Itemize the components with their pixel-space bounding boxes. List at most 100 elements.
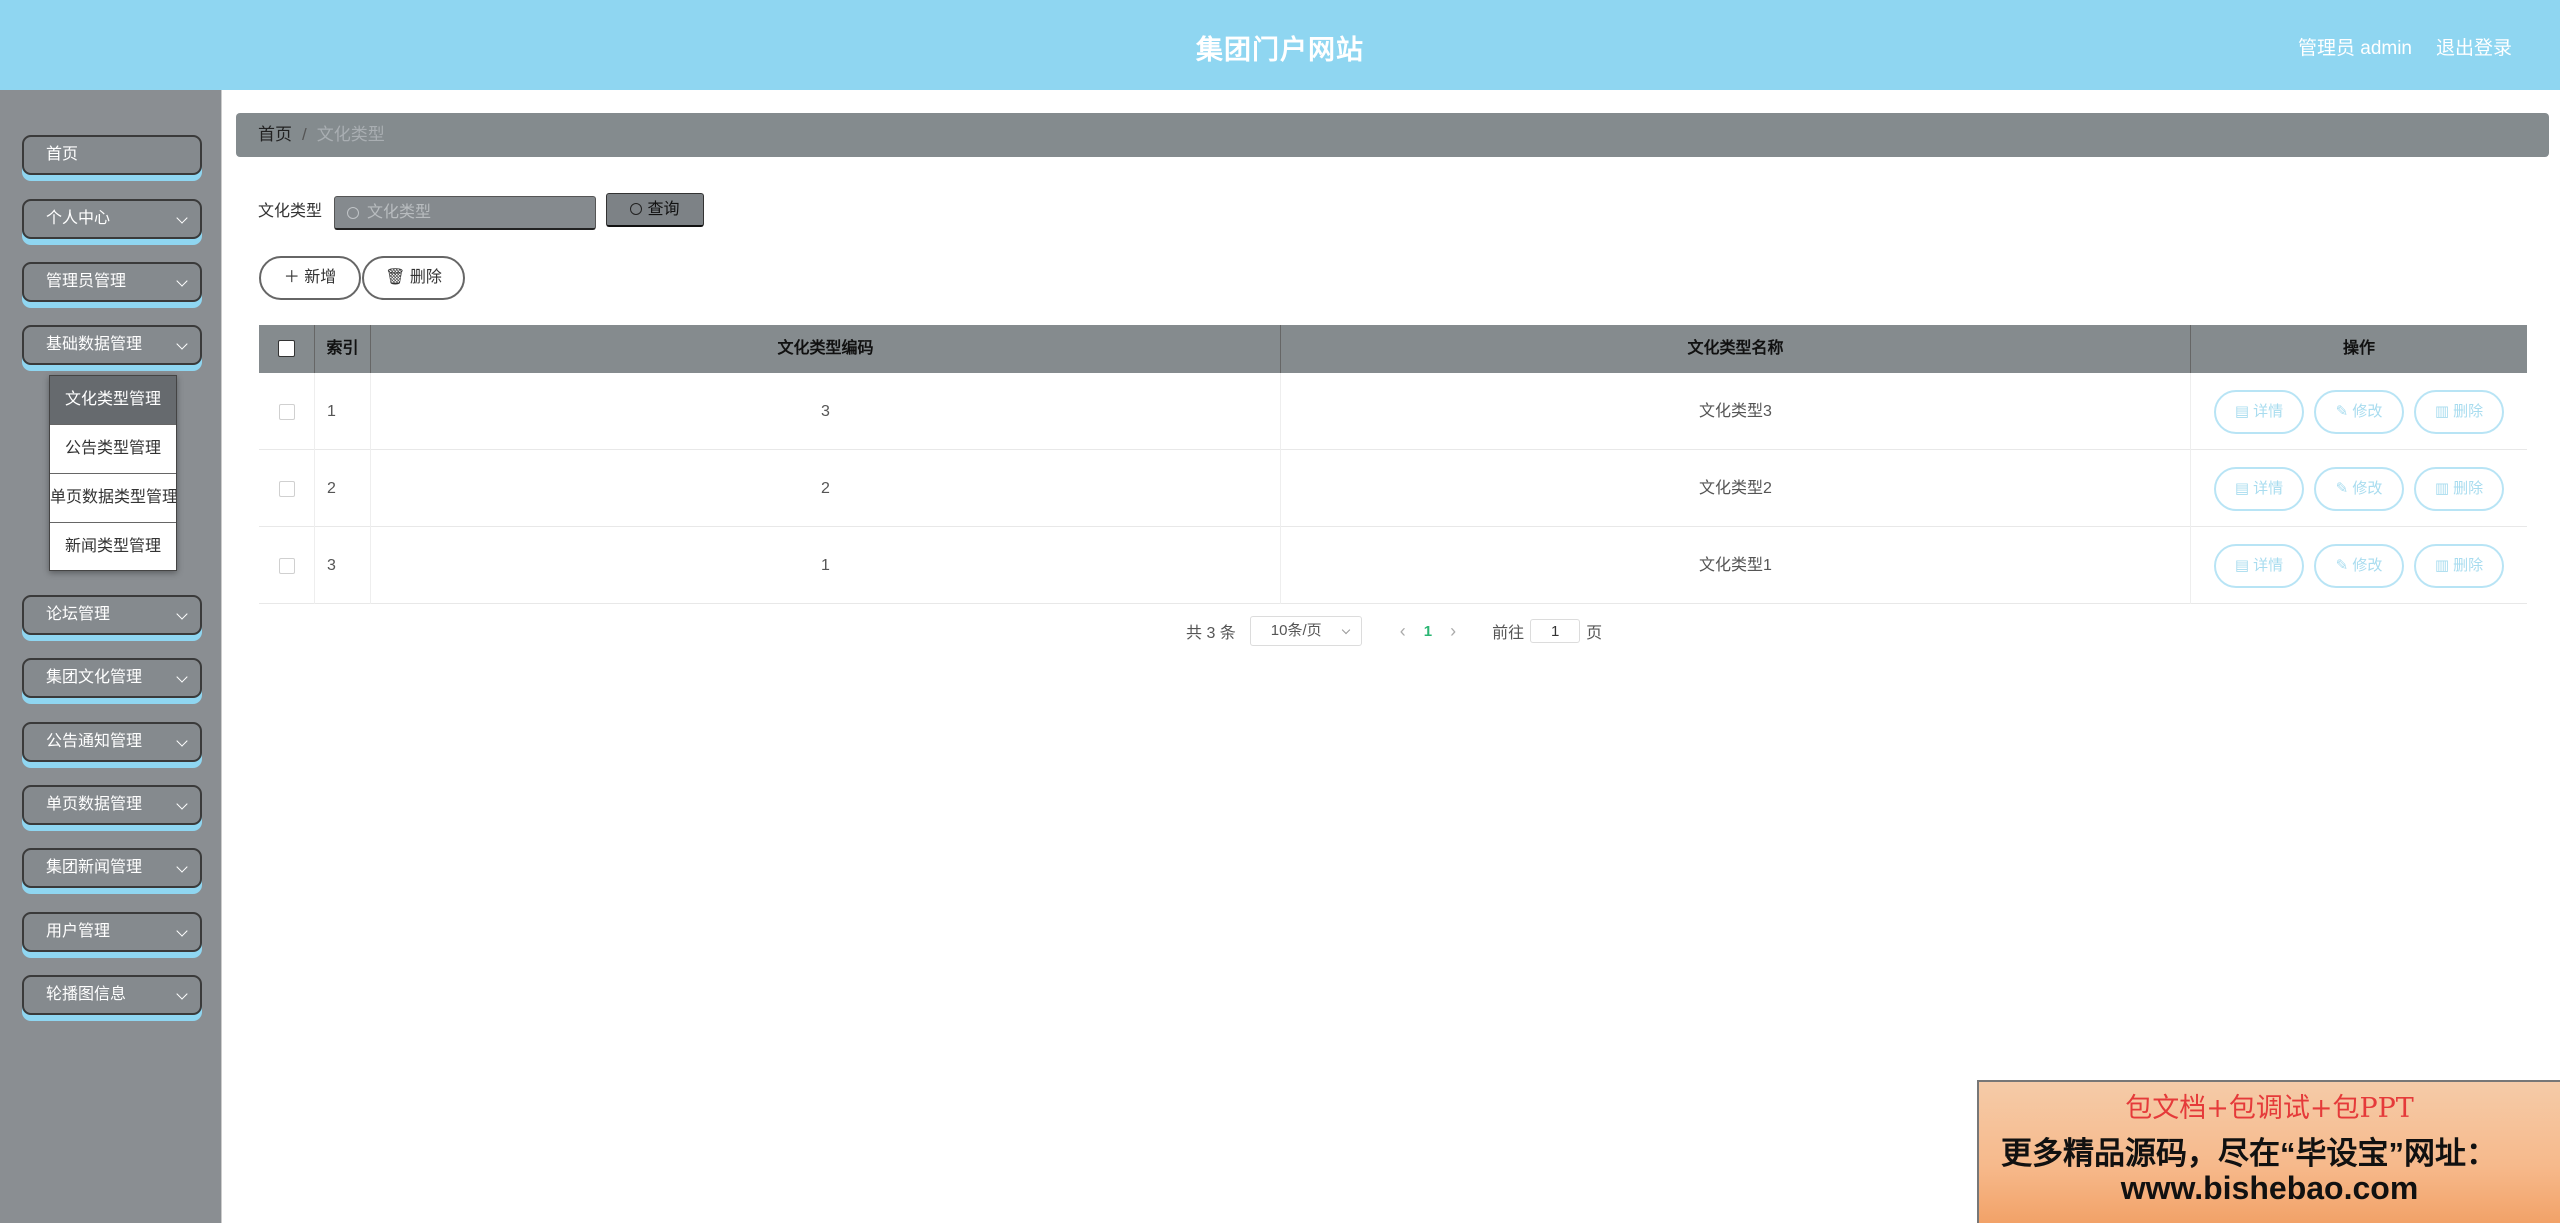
current-user-label: 管理员 admin — [2297, 38, 2412, 59]
edit-button[interactable]: ✎ 修改 — [2314, 389, 2404, 434]
sidebar-item-admin-management[interactable]: 管理员管理 — [22, 262, 202, 302]
detail-label: 详情 — [2253, 479, 2284, 497]
trash-icon: 🗑 — [385, 269, 410, 286]
detail-button[interactable]: ▤ 详情 — [2214, 466, 2304, 511]
edit-button[interactable]: ✎ 修改 — [2314, 543, 2404, 588]
sidebar-item-news-management[interactable]: 集团新闻管理 — [22, 848, 202, 888]
sidebar: 首页 个人中心 管理员管理 基础数据管理 文化类型管理 公告类型管理 单页数据类… — [0, 90, 221, 1223]
cell-index: 3 — [315, 527, 371, 604]
add-button[interactable]: ＋ 新增 — [259, 256, 361, 300]
sidebar-item-carousel-info[interactable]: 轮播图信息 — [22, 975, 202, 1015]
breadcrumb-current: 文化类型 — [316, 125, 385, 144]
logout-link[interactable]: 退出登录 — [2436, 33, 2512, 60]
chevron-down-icon — [176, 338, 188, 350]
delete-button[interactable]: ▥ 删除 — [2414, 389, 2504, 434]
submenu-item-culture-type[interactable]: 文化类型管理 — [50, 376, 176, 425]
sidebar-item-culture-management[interactable]: 集团文化管理 — [22, 658, 202, 698]
select-all-checkbox[interactable] — [278, 340, 295, 358]
sidebar-item-page-data-management[interactable]: 单页数据管理 — [22, 785, 202, 825]
next-page-icon[interactable]: › — [1450, 621, 1456, 642]
sidebar-item-home[interactable]: 首页 — [22, 135, 202, 175]
column-header-name: 文化类型名称 — [1281, 325, 2191, 373]
document-icon: ▤ — [2234, 556, 2254, 574]
pagination: 共 3 条 10条/页 ‹ 1 › 前往 页 — [1186, 616, 1602, 646]
query-button[interactable]: 查询 — [606, 193, 704, 227]
sidebar-item-forum-management[interactable]: 论坛管理 — [22, 595, 202, 635]
chevron-down-icon — [176, 925, 188, 937]
sidebar-item-notice-management[interactable]: 公告通知管理 — [22, 722, 202, 762]
delete-button[interactable]: ▥ 删除 — [2414, 543, 2504, 588]
main-content: 首页 / 文化类型 文化类型 查询 ＋ 新增 🗑 删除 索引 文化类型编码 文化类型… — [221, 90, 2560, 1223]
sidebar-item-label: 个人中心 — [46, 210, 111, 227]
pencil-icon: ✎ — [2335, 402, 2353, 420]
cell-actions: ▤ 详情 ✎ 修改 ▥ 删除 — [2191, 527, 2527, 604]
submenu-item-page-data-type[interactable]: 单页数据类型管理 — [50, 474, 176, 523]
detail-label: 详情 — [2253, 556, 2284, 574]
pencil-icon: ✎ — [2335, 556, 2353, 574]
chevron-down-icon — [176, 671, 188, 683]
ad-url: www.bishebao.com — [2120, 1170, 2419, 1206]
column-header-code: 文化类型编码 — [371, 325, 1281, 373]
delete-button[interactable]: ▥ 删除 — [2414, 466, 2504, 511]
edit-button[interactable]: ✎ 修改 — [2314, 466, 2404, 511]
detail-button[interactable]: ▤ 详情 — [2214, 543, 2304, 588]
basic-data-submenu: 文化类型管理 公告类型管理 单页数据类型管理 新闻类型管理 — [49, 375, 177, 571]
detail-button[interactable]: ▤ 详情 — [2214, 389, 2304, 434]
ad-line-1: 包文档+包调试+包PPT — [2125, 1093, 2414, 1124]
sidebar-item-label: 集团新闻管理 — [46, 859, 143, 876]
sidebar-item-user-management[interactable]: 用户管理 — [22, 912, 202, 952]
document-icon: ▤ — [2234, 479, 2254, 497]
plus-icon: ＋ — [283, 269, 305, 286]
row-checkbox[interactable] — [278, 480, 295, 497]
cell-index: 2 — [315, 450, 371, 527]
trash-icon: ▥ — [2434, 402, 2454, 420]
chevron-down-icon — [1341, 625, 1351, 635]
sidebar-item-basic-data-management[interactable]: 基础数据管理 — [22, 325, 202, 365]
ad-line-2: 更多精品源码，尽在“毕设宝”网址： — [2001, 1136, 2497, 1171]
table-row: 3 1 文化类型1 ▤ 详情 ✎ 修改 ▥ 删除 — [259, 527, 2527, 604]
cell-name: 文化类型1 — [1281, 527, 2191, 604]
submenu-item-notice-type[interactable]: 公告类型管理 — [50, 425, 176, 474]
cell-name: 文化类型3 — [1281, 373, 2191, 450]
trash-icon: ▥ — [2434, 479, 2454, 497]
detail-label: 详情 — [2253, 402, 2284, 420]
sidebar-item-label: 基础数据管理 — [46, 336, 143, 353]
cell-index: 1 — [315, 373, 371, 450]
sidebar-item-label: 集团文化管理 — [46, 669, 143, 686]
cell-code: 1 — [371, 527, 1281, 604]
batch-delete-button[interactable]: 🗑 删除 — [362, 256, 465, 300]
data-table: 索引 文化类型编码 文化类型名称 操作 1 3 文化类型3 ▤ 详情 ✎ 修改 ▥ … — [259, 325, 2527, 604]
chevron-down-icon — [176, 212, 188, 224]
pagination-total: 共 3 条 — [1186, 625, 1236, 642]
table-row: 1 3 文化类型3 ▤ 详情 ✎ 修改 ▥ 删除 — [259, 373, 2527, 450]
trash-icon: ▥ — [2434, 556, 2454, 574]
page-size-value: 10条/页 — [1270, 622, 1322, 639]
search-icon — [347, 207, 359, 219]
row-checkbox[interactable] — [278, 403, 295, 420]
search-label: 文化类型 — [258, 203, 323, 220]
select-all-cell — [259, 325, 315, 373]
sidebar-item-label: 轮播图信息 — [46, 986, 127, 1003]
delete-label: 删除 — [2453, 479, 2484, 497]
page-size-select[interactable]: 10条/页 — [1249, 616, 1362, 646]
cell-actions: ▤ 详情 ✎ 修改 ▥ 删除 — [2191, 373, 2527, 450]
column-header-index: 索引 — [315, 325, 371, 373]
prev-page-icon[interactable]: ‹ — [1400, 621, 1406, 642]
submenu-item-news-type[interactable]: 新闻类型管理 — [50, 523, 176, 572]
delete-label: 删除 — [2453, 556, 2484, 574]
sidebar-item-personal-center[interactable]: 个人中心 — [22, 199, 202, 239]
breadcrumb-home[interactable]: 首页 — [258, 125, 292, 144]
edit-label: 修改 — [2352, 556, 2383, 574]
search-input[interactable] — [367, 201, 587, 225]
goto-page-input[interactable] — [1530, 619, 1581, 643]
sidebar-item-label: 管理员管理 — [46, 273, 127, 290]
pencil-icon: ✎ — [2335, 479, 2353, 497]
row-checkbox[interactable] — [278, 557, 295, 574]
top-header: 集团门户网站 管理员 admin 退出登录 — [0, 0, 2560, 90]
page-number-active[interactable]: 1 — [1424, 623, 1432, 640]
goto-suffix: 页 — [1586, 625, 1603, 642]
goto-prefix: 前往 — [1492, 625, 1525, 642]
cell-actions: ▤ 详情 ✎ 修改 ▥ 删除 — [2191, 450, 2527, 527]
row-select-cell — [259, 527, 315, 604]
sidebar-item-label: 单页数据管理 — [46, 796, 143, 813]
